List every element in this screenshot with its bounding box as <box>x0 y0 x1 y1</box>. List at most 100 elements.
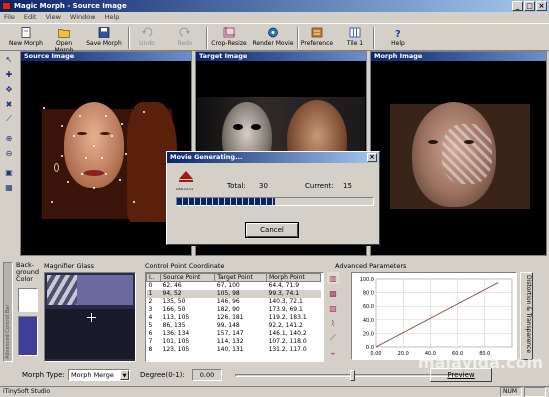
cancel-button[interactable]: Cancel <box>245 222 299 238</box>
table-cell: 62, 46 <box>162 282 182 289</box>
pointer-tool-icon[interactable]: ↖ <box>3 53 15 65</box>
tile-button[interactable]: Tile 1 <box>344 26 366 50</box>
morph-type-label: Morph Type: <box>22 371 65 379</box>
source-panel-title: Source Image <box>21 52 191 61</box>
menu-bar: File Edit View Window Help <box>0 12 549 23</box>
current-label: Current: <box>305 182 334 190</box>
table-cell: 64.4, 71.9 <box>268 282 300 289</box>
app-icon <box>2 2 11 10</box>
minimize-button[interactable]: _ <box>512 1 523 11</box>
table-row[interactable]: 2 135, 50 146, 96 140.3, 72.1 <box>147 298 321 306</box>
current-value: 15 <box>343 182 352 190</box>
morph-panel-title: Morph Image <box>371 52 546 61</box>
table-cell: 123, 105 <box>162 346 190 353</box>
save-morph-button[interactable]: Save Morph <box>86 26 122 50</box>
undo-icon <box>142 27 153 37</box>
table-cell: 119.2, 183.1 <box>268 314 307 321</box>
folder-open-icon <box>58 29 70 38</box>
new-morph-button[interactable]: New Morph <box>8 26 44 50</box>
table-cell: 1 <box>146 290 161 298</box>
render-movie-label: Render Movie <box>252 40 294 47</box>
morph-image-panel: Morph Image <box>370 51 547 256</box>
degree-input[interactable]: 0.00 <box>192 369 222 381</box>
link-point-tool-icon[interactable]: ⟋ <box>3 113 15 125</box>
table-row[interactable]: 5 86, 135 99, 148 92.2, 141.2 <box>147 322 321 330</box>
advanced-control-bar[interactable]: Advanced Control Bar <box>3 262 13 362</box>
move-point-tool-icon[interactable]: ✥ <box>3 83 15 95</box>
table-cell: 3 <box>148 306 153 313</box>
table-row[interactable]: 7 101, 105 114, 132 107.2, 118.0 <box>147 338 321 346</box>
menu-edit[interactable]: Edit <box>24 12 37 23</box>
chevron-down-icon[interactable]: ▼ <box>120 370 129 380</box>
table-row[interactable]: 8 123, 105 140, 131 131.2, 117.0 <box>147 346 321 354</box>
table-cell: 126, 181 <box>216 314 244 321</box>
menu-file[interactable]: File <box>4 12 15 23</box>
maximize-button[interactable]: □ <box>524 1 535 11</box>
col-morph-header[interactable]: Morph Point <box>266 273 321 282</box>
crop-resize-button[interactable]: Crop-Resize <box>210 26 248 50</box>
add-point-tool-icon[interactable]: ✚ <box>3 68 15 80</box>
table-cell: 99.3, 74.1 <box>266 290 321 298</box>
degree-slider-thumb[interactable] <box>350 370 355 381</box>
background-color-group: Back- ground Color <box>16 262 40 362</box>
table-row[interactable]: 4 113, 105 126, 181 119.2, 183.1 <box>147 314 321 322</box>
table-cell: 114, 132 <box>216 338 244 345</box>
bottom-control-area: Advanced Control Bar Back- ground Color … <box>0 258 549 366</box>
morph-image[interactable] <box>372 62 545 254</box>
dialog-close-button[interactable]: × <box>367 153 377 162</box>
x-tick-label: 20.0 <box>398 351 409 357</box>
distortion-curve-line <box>375 281 499 348</box>
menu-view[interactable]: View <box>45 12 60 23</box>
preference-label: Preference <box>300 40 334 47</box>
preference-button[interactable]: Preference <box>300 26 334 50</box>
undo-label: Undo <box>139 40 155 47</box>
curve-tool-3-icon[interactable]: ▨ <box>327 302 339 314</box>
menu-help[interactable]: Help <box>105 12 120 23</box>
open-morph-button[interactable]: Open Morph <box>46 26 82 54</box>
menu-window[interactable]: Window <box>70 12 96 23</box>
total-value: 30 <box>259 182 268 190</box>
col-index-header[interactable]: I.. <box>146 273 161 282</box>
morph-type-select[interactable]: Morph Merge ▼ <box>68 369 130 381</box>
curve-tool-1-icon[interactable]: ▥ <box>327 272 339 284</box>
curve-tool-4-icon[interactable]: ⌇ <box>327 317 339 329</box>
curve-tool-6-icon[interactable]: ⌁ <box>327 347 339 359</box>
control-points-overlay <box>43 107 145 203</box>
delete-point-tool-icon[interactable]: ✖ <box>3 98 15 110</box>
zoom-in-icon[interactable]: ⊕ <box>3 132 15 144</box>
col-target-header[interactable]: Target Point <box>214 273 267 282</box>
table-cell: 140.3, 72.1 <box>268 298 303 305</box>
table-cell: 107.2, 118.0 <box>268 338 307 345</box>
table-cell: 157, 147 <box>216 330 244 337</box>
num-lock-indicator: NUM <box>500 387 522 397</box>
close-button[interactable]: × <box>536 1 547 11</box>
redo-label: Redo <box>177 40 193 47</box>
source-image[interactable] <box>22 62 190 254</box>
magnifier-view[interactable] <box>44 272 136 362</box>
table-cell: 101, 105 <box>162 338 190 345</box>
background-color-swatch-white[interactable] <box>18 288 38 312</box>
curve-tool-2-icon[interactable]: ▩ <box>327 287 339 299</box>
magnifier-label: Magnifier Glass <box>44 262 95 270</box>
actual-size-icon[interactable]: ▦ <box>3 181 15 193</box>
redo-icon <box>179 27 190 37</box>
undo-button[interactable]: Undo <box>134 26 160 50</box>
table-cell: 86, 135 <box>162 322 186 329</box>
table-row[interactable]: 6 136, 134 157, 147 146.1, 140.2 <box>147 330 321 338</box>
table-cell: 99, 148 <box>216 322 240 329</box>
table-row[interactable]: 3 166, 50 182, 90 173.9, 69.1 <box>147 306 321 314</box>
redo-button[interactable]: Redo <box>172 26 198 50</box>
status-pane <box>524 387 546 397</box>
table-row[interactable]: 0 62, 46 67, 100 64.4, 71.9 <box>147 282 321 291</box>
fit-view-icon[interactable]: ▣ <box>3 166 15 178</box>
zoom-out-icon[interactable]: ⊖ <box>3 147 15 159</box>
render-movie-button[interactable]: Render Movie <box>252 26 294 50</box>
dialog-title: Movie Generating... <box>167 152 379 163</box>
distortion-chart[interactable]: 100.0 80.0 60.0 40.0 20.0 0.0 0.00 20.0 40.0 60.… <box>351 272 517 360</box>
curve-tool-5-icon[interactable]: ⟋ <box>327 332 339 344</box>
advanced-control-bar-label: Advanced Control Bar <box>5 304 11 360</box>
background-color-swatch-blue[interactable] <box>18 316 38 356</box>
table-row[interactable]: 1 94, 52 105, 98 99.3, 74.1 <box>146 290 321 298</box>
col-source-header[interactable]: Source Point <box>159 273 216 282</box>
help-button[interactable]: ? Help <box>387 26 409 50</box>
